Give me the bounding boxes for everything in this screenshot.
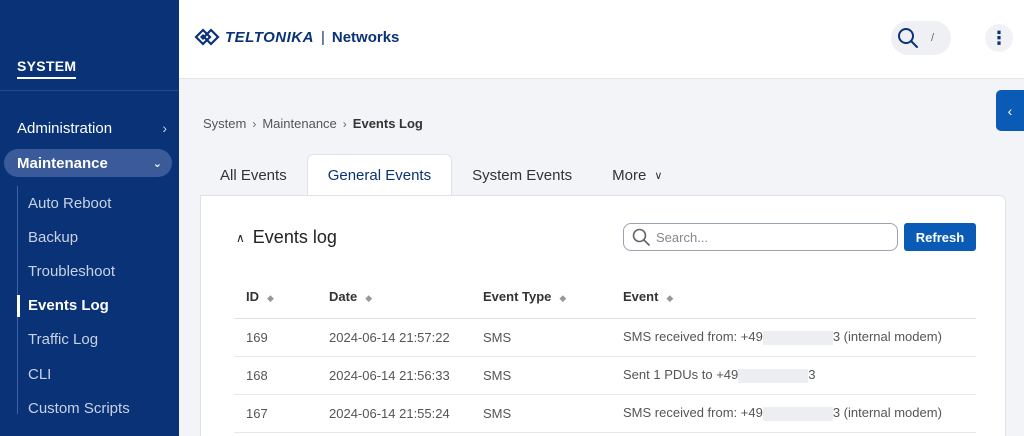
search-shortcut-hint: /	[931, 32, 935, 44]
cell-id: 169	[234, 318, 317, 357]
teltonika-logo-icon	[194, 28, 220, 46]
tab-system-events[interactable]: System Events	[452, 154, 592, 196]
breadcrumb-item-maintenance[interactable]: Maintenance	[262, 116, 336, 131]
cell-event-type: SMS	[471, 356, 611, 395]
chevron-up-icon: ∧	[236, 230, 245, 245]
cell-event: Sent 1 PDUs to +49 3	[611, 356, 976, 395]
collapse-panel-button[interactable]: ‹	[996, 90, 1024, 131]
card-title-text: Events log	[252, 227, 337, 247]
chevron-down-icon: ∨	[654, 169, 663, 182]
redacted-number	[762, 330, 833, 345]
sidebar-item-custom-scripts[interactable]: Custom Scripts	[18, 391, 167, 425]
table-row: 167 2024-06-14 21:55:24 SMS SMS received…	[234, 394, 976, 433]
brand-subtitle: Networks	[331, 28, 400, 46]
top-header: TELTONIKA | Networks / ⋮	[179, 0, 1024, 79]
events-table: ID ◆ Date ◆ Event Type ◆ Event ◆ 169 2024-06…	[234, 276, 976, 433]
card-title[interactable]: ∧ Events log	[236, 227, 337, 248]
table-row: 169 2024-06-14 21:57:22 SMS SMS received…	[234, 318, 976, 357]
cell-event-type: SMS	[471, 394, 611, 433]
sort-icon: ◆	[365, 293, 373, 304]
breadcrumb-current: Events Log	[352, 116, 423, 131]
events-search-input[interactable]	[656, 229, 876, 245]
sidebar-item-events-log[interactable]: Events Log	[17, 289, 167, 323]
chevron-left-icon: ‹	[1007, 102, 1013, 119]
events-log-card: ∧ Events log Refresh ID◆ Date◆ Event Typ…	[200, 195, 1006, 436]
sidebar-item-maintenance[interactable]: Maintenance ⌄	[4, 149, 172, 177]
tab-more-label: More	[612, 166, 647, 184]
sidebar-divider	[0, 90, 179, 91]
chevron-right-icon: ›	[252, 116, 257, 131]
cell-date: 2024-06-14 21:55:24	[317, 394, 471, 433]
cell-date: 2024-06-14 21:57:22	[317, 318, 471, 357]
cell-event: SMS received from: +49 3 (internal modem)	[611, 318, 976, 357]
sidebar: SYSTEM Administration › Maintenance ⌄ Au…	[0, 0, 179, 436]
chevron-right-icon: ›	[162, 120, 167, 136]
sidebar-item-traffic-log[interactable]: Traffic Log	[18, 323, 167, 357]
brand-name: TELTONIKA	[225, 28, 314, 46]
cell-id: 167	[234, 394, 317, 433]
search-icon	[632, 228, 650, 246]
chevron-right-icon: ›	[342, 116, 347, 131]
breadcrumb: System › Maintenance › Events Log	[203, 116, 423, 131]
refresh-button[interactable]: Refresh	[904, 223, 976, 251]
redacted-number	[738, 368, 809, 383]
sort-icon: ◆	[267, 293, 274, 304]
teltonika-logo[interactable]: TELTONIKA | Networks	[193, 26, 399, 48]
tab-all-events[interactable]: All Events	[200, 154, 307, 196]
sidebar-item-label: Administration	[17, 119, 113, 137]
redacted-number	[762, 406, 833, 421]
sidebar-item-label: Maintenance	[17, 154, 108, 172]
breadcrumb-item-system[interactable]: System	[203, 116, 246, 131]
tab-general-events[interactable]: General Events	[306, 154, 453, 196]
sidebar-item-administration[interactable]: Administration ›	[17, 118, 167, 138]
logo-separator: |	[320, 28, 325, 46]
sort-icon: ◆	[559, 293, 567, 304]
event-tabs: All Events General Events System Events …	[200, 154, 682, 196]
tab-more[interactable]: More ∨	[592, 154, 682, 196]
sort-icon: ◆	[666, 293, 674, 304]
search-icon	[898, 28, 918, 48]
column-header-event[interactable]: Event ◆	[611, 276, 976, 319]
global-search-button[interactable]: /	[891, 21, 951, 55]
cell-id: 168	[234, 356, 317, 395]
sidebar-section-title[interactable]: SYSTEM	[17, 58, 77, 79]
sidebar-item-cli[interactable]: CLI	[18, 357, 167, 391]
sidebar-item-backup[interactable]: Backup	[18, 220, 167, 254]
table-header-row: ID ◆ Date ◆ Event Type ◆ Event ◆	[234, 276, 976, 319]
column-header-date[interactable]: Date ◆	[317, 276, 471, 319]
sidebar-item-auto-reboot[interactable]: Auto Reboot	[18, 186, 167, 220]
column-header-event-type[interactable]: Event Type ◆	[471, 276, 611, 319]
sidebar-subnav: Auto Reboot Backup Troubleshoot Events L…	[17, 186, 167, 417]
cell-date: 2024-06-14 21:56:33	[317, 356, 471, 395]
chevron-down-icon: ⌄	[152, 157, 162, 170]
column-header-id[interactable]: ID ◆	[234, 276, 317, 319]
events-search-box[interactable]	[623, 223, 898, 251]
cell-event-type: SMS	[471, 318, 611, 357]
more-options-icon[interactable]: ⋮	[985, 24, 1013, 52]
cell-event: SMS received from: +49 3 (internal modem)	[611, 394, 976, 433]
sidebar-item-troubleshoot[interactable]: Troubleshoot	[18, 254, 167, 288]
table-row: 168 2024-06-14 21:56:33 SMS Sent 1 PDUs …	[234, 356, 976, 395]
